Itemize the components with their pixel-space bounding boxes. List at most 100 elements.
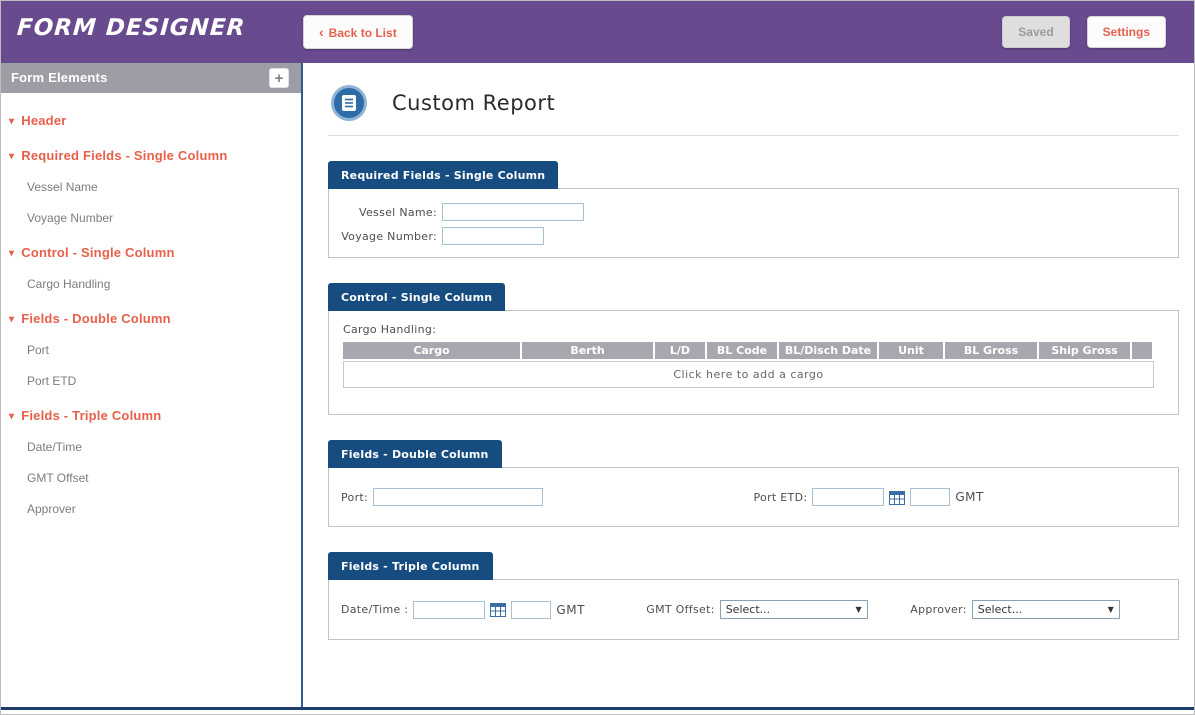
group-label: Fields - Triple Column (21, 408, 161, 423)
section-fields-triple: Fields - Triple Column Date/Time : (328, 551, 1179, 640)
cargo-table-header-row: Cargo Berth L/D BL Code BL/Disch Date Un… (343, 342, 1154, 359)
port-input[interactable] (373, 488, 543, 506)
tab-fields-double-column: Fields - Double Column (328, 440, 502, 468)
port-etd-label: Port ETD: (754, 491, 808, 504)
sidebar-group-fields-double: ▾Fields - Double Column Port Port ETD (1, 311, 301, 388)
back-to-list-button[interactable]: ‹ Back to List (303, 15, 413, 49)
group-label: Fields - Double Column (21, 311, 171, 326)
date-time-date-input[interactable] (413, 601, 485, 619)
column-header-unit: Unit (879, 342, 943, 359)
sidebar-group-header-control[interactable]: ▾ Control - Single Column (9, 245, 301, 260)
port-etd-field-group: Port ETD: GMT (754, 488, 1167, 506)
sidebar-title: Form Elements (11, 70, 108, 85)
approver-label: Approver: (910, 603, 967, 616)
back-chevron-icon: ‹ (319, 24, 324, 40)
column-header-ld: L/D (655, 342, 705, 359)
chevron-down-icon: ▾ (9, 151, 14, 162)
port-etd-time-input[interactable] (910, 488, 950, 506)
column-header-ship-gross: Ship Gross (1039, 342, 1130, 359)
vessel-name-row: Vessel Name: (341, 203, 1166, 221)
column-header-berth: Berth (522, 342, 653, 359)
column-header-cargo: Cargo (343, 342, 520, 359)
report-header: Custom Report (328, 63, 1179, 135)
group-label: Required Fields - Single Column (21, 148, 227, 163)
fields-triple-box: Date/Time : GMT G (328, 579, 1179, 640)
approver-field-group: Approver: Select... ▼ (910, 600, 1166, 619)
chevron-down-icon: ▾ (9, 411, 14, 422)
document-icon (331, 85, 367, 121)
port-label: Port: (341, 491, 368, 504)
tab-fields-triple-column: Fields - Triple Column (328, 552, 493, 580)
sidebar-item-date-time[interactable]: Date/Time (27, 440, 301, 454)
bottom-divider (1, 707, 1194, 710)
sidebar-item-port[interactable]: Port (27, 343, 301, 357)
gmt-offset-select-value: Select... (726, 603, 770, 616)
add-cargo-row[interactable]: Click here to add a cargo (343, 361, 1154, 388)
dropdown-arrow-icon: ▼ (1108, 605, 1114, 614)
sidebar-item-gmt-offset[interactable]: GMT Offset (27, 471, 301, 485)
top-bar: FORM DESIGNER ‹ Back to List Saved Settin… (1, 1, 1194, 63)
sidebar-group-control: ▾ Control - Single Column Cargo Handling (1, 245, 301, 291)
calendar-icon[interactable] (889, 490, 905, 505)
group-label: Control - Single Column (21, 245, 174, 260)
sidebar-group-required-fields: ▾ Required Fields - Single Column Vessel … (1, 148, 301, 225)
cargo-handling-label: Cargo Handling: (343, 323, 1164, 336)
form-canvas: Custom Report Required Fields - Single C… (303, 63, 1194, 707)
section-fields-double: Fields - Double Column Port: Port ETD: (328, 439, 1179, 527)
fields-double-box: Port: Port ETD: (328, 467, 1179, 527)
required-fields-box: Vessel Name: Voyage Number: (328, 188, 1179, 258)
approver-select[interactable]: Select... ▼ (972, 600, 1120, 619)
sidebar-item-approver[interactable]: Approver (27, 502, 301, 516)
gmt-offset-field-group: GMT Offset: Select... ▼ (646, 600, 910, 619)
sidebar-item-voyage-number[interactable]: Voyage Number (27, 211, 301, 225)
port-etd-date-input[interactable] (812, 488, 884, 506)
sidebar-group-header[interactable]: ▾ Header (9, 113, 301, 128)
control-box: Cargo Handling: Cargo Berth L/D BL Code … (328, 310, 1179, 415)
sidebar-group-header-fields-double[interactable]: ▾Fields - Double Column (9, 311, 301, 326)
date-time-gmt-label: GMT (556, 603, 584, 617)
gmt-offset-select[interactable]: Select... ▼ (720, 600, 868, 619)
gmt-offset-label: GMT Offset: (646, 603, 714, 616)
cargo-table: Cargo Berth L/D BL Code BL/Disch Date Un… (343, 342, 1154, 388)
column-header-empty (1132, 342, 1152, 359)
section-control: Control - Single Column Cargo Handling: … (328, 282, 1179, 415)
column-header-bl-code: BL Code (707, 342, 777, 359)
sidebar-group-header-required-fields[interactable]: ▾ Required Fields - Single Column (9, 148, 301, 163)
calendar-icon[interactable] (490, 602, 506, 617)
date-time-field-group: Date/Time : GMT (341, 601, 646, 619)
plus-icon: + (275, 70, 284, 87)
voyage-number-input[interactable] (442, 227, 544, 245)
title-divider (328, 135, 1179, 136)
sidebar-group-fields-triple: ▾ Fields - Triple Column Date/Time GMT Of… (1, 408, 301, 516)
column-header-bl-gross: BL Gross (945, 342, 1037, 359)
app-logo: FORM DESIGNER (16, 15, 246, 41)
settings-button[interactable]: Settings (1087, 16, 1166, 48)
back-to-list-label: Back to List (329, 26, 397, 40)
sidebar-item-port-etd[interactable]: Port ETD (27, 374, 301, 388)
sidebar-header: Form Elements + (1, 63, 301, 93)
chevron-down-icon: ▾ (9, 248, 14, 259)
port-etd-gmt-label: GMT (955, 490, 983, 504)
topbar-actions: Saved Settings (1002, 16, 1166, 48)
saved-button[interactable]: Saved (1002, 16, 1069, 48)
sidebar-item-cargo-handling[interactable]: Cargo Handling (27, 277, 301, 291)
voyage-number-row: Voyage Number: (341, 227, 1166, 245)
sidebar-item-vessel-name[interactable]: Vessel Name (27, 180, 301, 194)
date-time-label: Date/Time : (341, 603, 408, 616)
form-designer-app: FORM DESIGNER ‹ Back to List Saved Settin… (0, 0, 1195, 715)
add-element-button[interactable]: + (269, 68, 289, 88)
form-elements-sidebar: Form Elements + ▾ Header ▾ Required Fields… (1, 63, 303, 707)
tab-control-single-column: Control - Single Column (328, 283, 505, 311)
tab-required-fields-single-column: Required Fields - Single Column (328, 161, 558, 189)
date-time-time-input[interactable] (511, 601, 551, 619)
dropdown-arrow-icon: ▼ (856, 605, 862, 614)
sidebar-group-header-fields-triple[interactable]: ▾ Fields - Triple Column (9, 408, 301, 423)
section-required-fields: Required Fields - Single Column Vessel N… (328, 160, 1179, 258)
vessel-name-input[interactable] (442, 203, 584, 221)
group-label: Header (21, 113, 66, 128)
port-field-group: Port: (341, 488, 754, 506)
chevron-down-icon: ▾ (9, 116, 14, 127)
sidebar-group-header-section: ▾ Header (1, 113, 301, 128)
column-header-bl-disch-date: BL/Disch Date (779, 342, 877, 359)
report-title: Custom Report (392, 91, 555, 115)
